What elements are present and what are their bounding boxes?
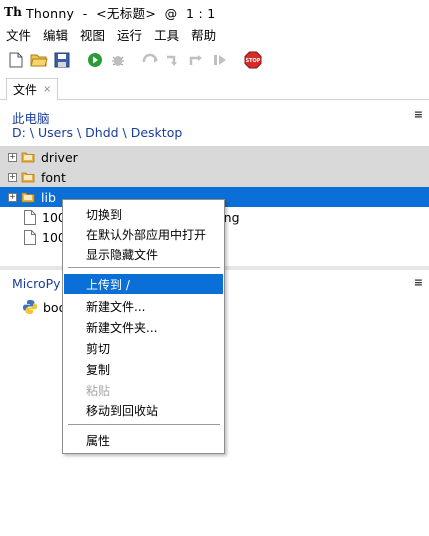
- tree-row-label: font: [41, 169, 66, 185]
- files-menu-icon[interactable]: ≡: [414, 108, 423, 121]
- menu-item-show-hidden[interactable]: 显示隐藏文件: [64, 244, 223, 264]
- tree-row-label: driver: [41, 149, 78, 165]
- menu-separator: [68, 267, 220, 268]
- file-icon: [24, 209, 36, 225]
- tab-files-label: 文件: [13, 83, 38, 97]
- debug-icon[interactable]: [109, 51, 127, 69]
- open-file-icon[interactable]: [30, 51, 48, 69]
- menu-item-paste: 粘贴: [86, 383, 111, 398]
- run-icon[interactable]: [86, 51, 104, 69]
- title-bar: Th Thonny - <无标题> @ 1 : 1: [0, 0, 429, 24]
- tab-files[interactable]: 文件 ×: [6, 78, 58, 101]
- menu-tools[interactable]: 工具: [154, 25, 179, 44]
- menu-item-properties[interactable]: 属性: [64, 430, 223, 450]
- resume-icon[interactable]: [211, 51, 229, 69]
- folder-icon: [21, 192, 35, 203]
- new-file-icon[interactable]: [7, 51, 25, 69]
- micropython-menu-icon[interactable]: ≡: [414, 276, 423, 289]
- step-into-icon[interactable]: [165, 51, 183, 69]
- menu-item-upload-to[interactable]: 上传到 /: [64, 274, 223, 294]
- menu-item-move-to-trash[interactable]: 移动到回收站: [64, 400, 223, 420]
- location-path[interactable]: D: \ Users \ Dhdd \ Desktop: [12, 125, 182, 140]
- menu-item-open-external[interactable]: 在默认外部应用中打开: [64, 224, 223, 244]
- step-over-icon[interactable]: [142, 51, 160, 69]
- menu-help[interactable]: 帮助: [191, 25, 216, 44]
- context-menu: 切换到 在默认外部应用中打开 显示隐藏文件 上传到 / 新建文件... 新建文件…: [62, 199, 225, 454]
- micropython-title-link[interactable]: MicroPy: [12, 276, 61, 291]
- micropython-file-row[interactable]: boo: [22, 297, 66, 317]
- menu-bar: 文件 编辑 视图 运行 工具 帮助: [0, 24, 429, 44]
- tab-close-icon[interactable]: ×: [43, 84, 51, 95]
- tree-row-font[interactable]: + font: [0, 167, 429, 187]
- window-title: Thonny - <无标题> @ 1 : 1: [26, 5, 216, 21]
- python-file-icon: [23, 300, 37, 314]
- thonny-logo-icon: Th: [4, 5, 22, 19]
- menu-item-switch-to[interactable]: 切换到: [64, 204, 223, 224]
- expand-icon[interactable]: +: [8, 172, 17, 182]
- menu-edit[interactable]: 编辑: [43, 25, 68, 44]
- file-icon: [24, 229, 36, 245]
- toolbar: STOP: [0, 46, 429, 74]
- menu-view[interactable]: 视图: [80, 25, 105, 44]
- menu-file[interactable]: 文件: [6, 25, 31, 44]
- tree-row-driver[interactable]: + driver: [0, 147, 429, 167]
- expand-icon[interactable]: +: [8, 152, 17, 162]
- step-out-icon[interactable]: [188, 51, 206, 69]
- menu-item-copy[interactable]: 复制: [64, 359, 223, 379]
- menu-item-new-file[interactable]: 新建文件...: [64, 296, 223, 316]
- save-icon[interactable]: [53, 51, 71, 69]
- folder-icon: [21, 152, 35, 163]
- menu-item-cut[interactable]: 剪切: [64, 338, 223, 358]
- menu-separator: [68, 424, 220, 425]
- tab-strip: 文件 ×: [0, 76, 429, 101]
- menu-run[interactable]: 运行: [117, 25, 142, 44]
- stop-icon-label: STOP: [246, 58, 261, 64]
- folder-icon: [21, 172, 35, 183]
- stop-icon[interactable]: STOP: [244, 51, 262, 69]
- tree-row-label: lib: [41, 189, 56, 205]
- expand-icon[interactable]: +: [8, 192, 17, 202]
- menu-item-new-folder[interactable]: 新建文件夹...: [64, 317, 223, 337]
